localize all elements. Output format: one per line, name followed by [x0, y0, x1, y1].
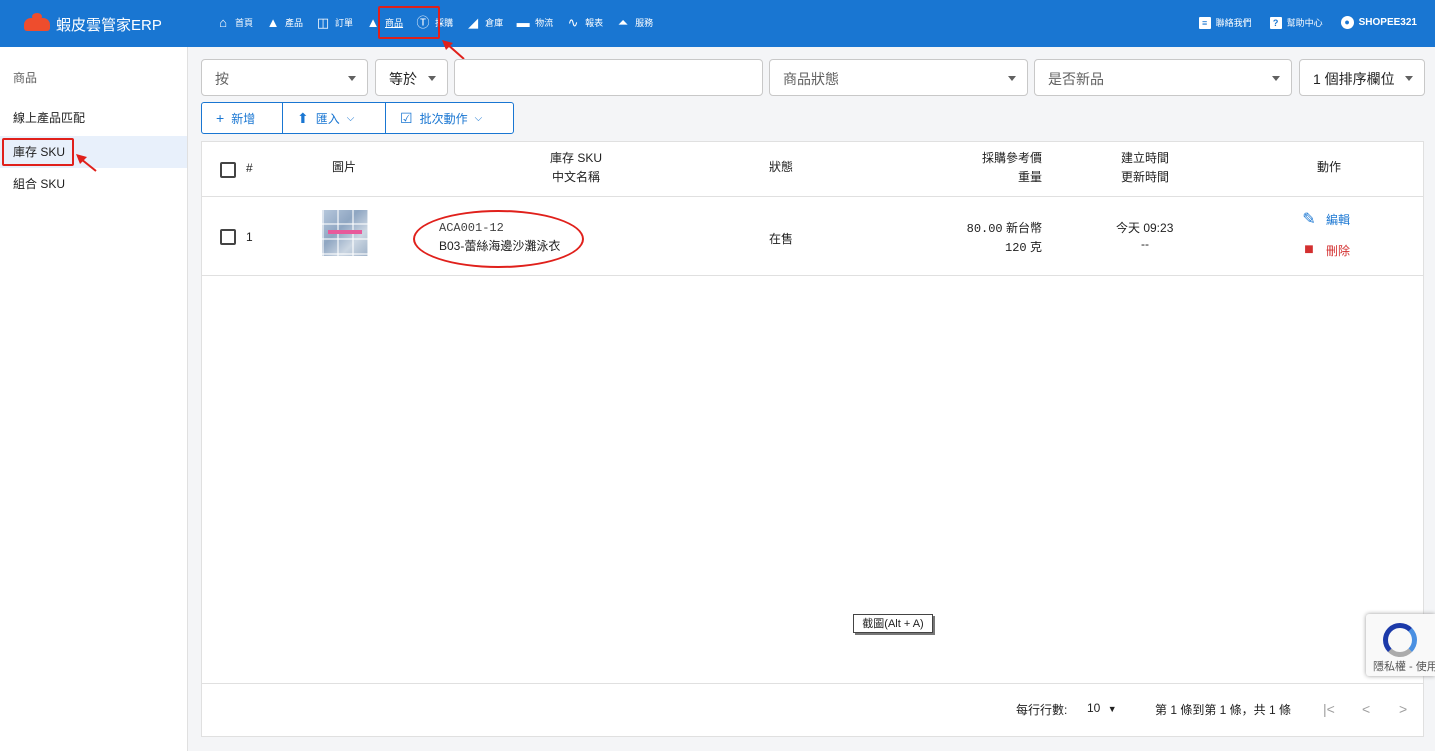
right-nav: ≡ 聯絡我們 ? 幫助中心 ● SHOPEE321 [1181, 16, 1417, 29]
header-status: 狀態 [769, 160, 794, 174]
status-select[interactable]: 商品狀態 [769, 59, 1028, 96]
row-status: 在售 [769, 232, 794, 246]
caret-down-icon [428, 76, 436, 81]
field-select[interactable]: 按 [201, 59, 368, 96]
action-button-group: + 新增 ⬆ 匯入 ⌵ ☑ 批次動作 ⌵ [201, 102, 514, 134]
add-button[interactable]: + 新增 [202, 103, 282, 133]
header-index: # [246, 161, 253, 175]
app-title: 蝦皮雲管家ERP [56, 17, 162, 34]
rows-per-page-select[interactable]: 10 ▼ [1087, 701, 1117, 715]
header-time: 建立時間 更新時間 [1121, 151, 1170, 184]
product-thumbnail[interactable] [322, 210, 368, 256]
divider [202, 683, 1423, 684]
bag-icon: ▲ [266, 15, 280, 30]
annotation-arrow-sidebar [76, 154, 97, 172]
sku-table: # 圖片 庫存 SKU 中文名稱 狀態 採購參考價 重量 建立時間 更新時間 動… [201, 141, 1424, 737]
caret-down-icon [348, 76, 356, 81]
header-image: 圖片 [332, 160, 357, 174]
nav-item-logistics[interactable]: ▬ 物流 [516, 15, 554, 30]
contact-link[interactable]: ≡ 聯絡我們 [1198, 16, 1252, 29]
contact-icon: ≡ [1198, 16, 1211, 29]
help-icon: ? [1269, 16, 1282, 29]
divider [202, 275, 1423, 276]
trash-icon: ■ [1304, 241, 1314, 258]
chevron-down-icon: ⌵ [474, 112, 483, 124]
divider [202, 196, 1423, 197]
recaptcha-terms[interactable]: 隱私權 - 使用條款 [1373, 658, 1435, 674]
row-updated: -- [1141, 237, 1149, 251]
recaptcha-icon [1383, 623, 1417, 657]
nav-item-products[interactable]: ▲ 產品 [266, 16, 303, 29]
nav-item-home[interactable]: ⌂ 首頁 [216, 16, 253, 29]
truck-icon: ▬ [516, 15, 530, 30]
header-price: 採購參考價 重量 [981, 151, 1042, 184]
import-button[interactable]: ⬆ 匯入 ⌵ [282, 103, 385, 133]
next-page-icon[interactable]: > [1399, 701, 1407, 717]
row-index: 1 [246, 230, 253, 244]
sidebar-item-online-match[interactable]: 線上產品匹配 [0, 102, 187, 134]
account-icon: ● [1340, 16, 1354, 29]
prev-page-icon[interactable]: < [1362, 701, 1370, 717]
plus-icon: + [216, 110, 225, 126]
chart-icon: ∿ [567, 15, 579, 30]
recaptcha-badge[interactable]: 隱私權 - 使用條款 [1366, 614, 1435, 676]
batch-action-button[interactable]: ☑ 批次動作 ⌵ [385, 103, 513, 133]
upload-icon: ⬆ [297, 109, 309, 126]
shopee-logo-icon [24, 13, 50, 31]
select-all-checkbox[interactable] [220, 162, 236, 178]
home-icon: ⌂ [219, 15, 227, 30]
row-checkbox[interactable] [220, 229, 236, 245]
checklist-icon: ☑ [400, 109, 413, 126]
caret-down-icon [1405, 76, 1413, 81]
first-page-icon[interactable]: |< [1323, 701, 1335, 717]
nav-item-warehouse[interactable]: ◢ 倉庫 [466, 16, 503, 29]
header-sku: 庫存 SKU 中文名稱 [550, 151, 603, 184]
brand[interactable]: 蝦皮雲管家ERP [24, 13, 162, 35]
row-weight: 120 克 [1005, 240, 1042, 255]
nav-item-orders[interactable]: ◫ 訂單 [316, 16, 353, 29]
nav-goods-annotation-box [378, 6, 440, 39]
caret-down-icon [1008, 76, 1016, 81]
cart-icon: ◫ [316, 15, 330, 30]
screenshot-tooltip: 截圖(Alt + A) [853, 614, 933, 633]
warehouse-icon: ◢ [468, 15, 479, 30]
top-app-bar: 蝦皮雲管家ERP ⌂ 首頁 ▲ 產品 ◫ 訂單 ▲ 商品 Ⓣ 採購 ◢ 倉庫 ▬ 物流 ∿ 報表… [0, 0, 1435, 47]
nav-item-reports[interactable]: ∿ 報表 [566, 16, 603, 29]
header-actions: 動作 [1317, 160, 1342, 174]
bell-icon: ⏶ [617, 15, 629, 30]
sort-select[interactable]: 1 個排序欄位 [1299, 59, 1425, 96]
caret-down-icon [1272, 76, 1280, 81]
is-new-select[interactable]: 是否新品 [1034, 59, 1292, 96]
sku-annotation-ellipse [413, 210, 584, 268]
user-menu[interactable]: ● SHOPEE321 [1340, 16, 1417, 29]
help-link[interactable]: ? 幫助中心 [1269, 16, 1323, 29]
sidebar-annotation-box [2, 138, 74, 166]
row-price: 80.00 新台幣 [966, 221, 1042, 236]
main-nav: ⌂ 首頁 ▲ 產品 ◫ 訂單 ▲ 商品 Ⓣ 採購 ◢ 倉庫 ▬ 物流 ∿ 報表 ⏶ 服務 [216, 16, 666, 29]
row-created: 今天 09:23 [1116, 221, 1174, 235]
nav-item-services[interactable]: ⏶ 服務 [616, 16, 653, 29]
filter-value-input[interactable] [454, 59, 763, 96]
rows-per-page-label: 每行行數: [1016, 703, 1068, 717]
pencil-icon: ✎ [1302, 211, 1316, 228]
sidebar-header: 商品 [13, 71, 38, 85]
page-range: 第 1 條到第 1 條，共 1 條 [1155, 703, 1292, 717]
operator-select[interactable]: 等於 [375, 59, 448, 96]
delete-button[interactable]: ■ 刪除 [1301, 241, 1350, 259]
edit-button[interactable]: ✎ 編輯 [1301, 209, 1350, 229]
chevron-down-icon: ⌵ [346, 112, 355, 124]
caret-down-icon: ▼ [1107, 704, 1117, 714]
